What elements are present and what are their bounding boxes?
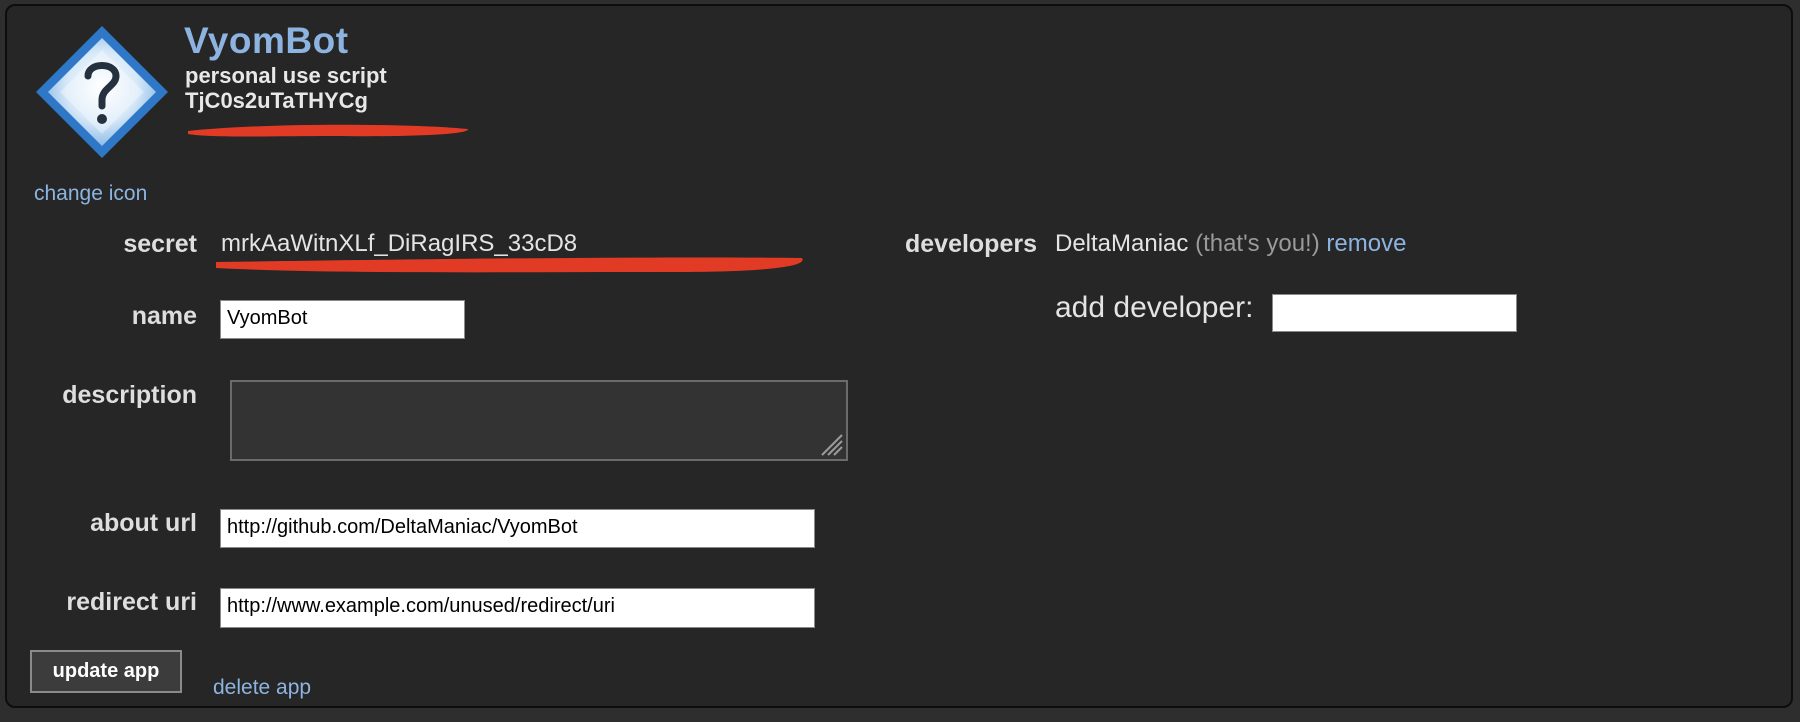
update-app-button[interactable]: update app (30, 650, 182, 693)
remove-developer-link[interactable]: remove (1326, 230, 1406, 257)
resize-grip-icon[interactable] (818, 431, 844, 457)
app-panel: VyomBot personal use script TjC0s2uTaTHY… (5, 4, 1793, 708)
app-id: TjC0s2uTaTHYCg (185, 88, 368, 113)
description-label: description (62, 381, 197, 409)
developer-entry: DeltaManiac (that's you!) remove (1055, 230, 1406, 258)
app-type: personal use script (185, 63, 387, 88)
developers-label: developers (904, 230, 1037, 258)
redirect-uri-label: redirect uri (66, 588, 197, 616)
name-input[interactable]: VyomBot (220, 300, 465, 339)
secret-label: secret (123, 230, 197, 258)
add-developer-label: add developer: (1055, 291, 1254, 324)
about-url-input[interactable]: http://github.com/DeltaManiac/VyomBot (220, 509, 815, 548)
description-textarea[interactable] (230, 380, 848, 461)
change-icon-link[interactable]: change icon (34, 182, 147, 206)
question-mark-diamond-icon (32, 22, 172, 162)
redaction-mark (182, 119, 474, 141)
about-url-label: about url (90, 509, 197, 537)
add-developer-input[interactable] (1272, 294, 1517, 332)
app-name: VyomBot (184, 20, 349, 61)
developer-name: DeltaManiac (1055, 230, 1189, 257)
developer-you-note: (that's you!) (1195, 230, 1320, 257)
redaction-mark (212, 254, 810, 278)
redirect-uri-input[interactable]: http://www.example.com/unused/redirect/u… (220, 588, 815, 628)
name-label: name (131, 302, 197, 330)
delete-app-link[interactable]: delete app (213, 676, 311, 700)
